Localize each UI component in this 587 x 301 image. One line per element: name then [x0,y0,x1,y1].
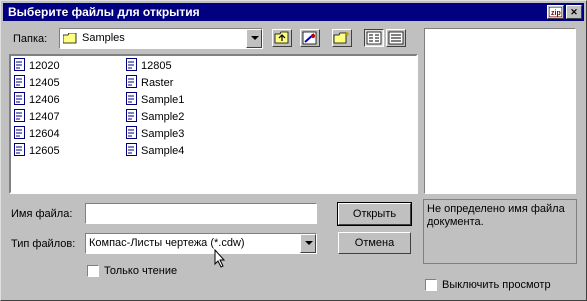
file-item[interactable]: 12604 [14,126,60,142]
desktop-icon[interactable] [300,29,320,47]
cancel-button[interactable]: Отмена [338,232,411,254]
new-folder-icon[interactable] [332,29,352,47]
folder-value: Samples [82,32,125,44]
up-folder-icon[interactable] [272,29,292,47]
file-item[interactable]: Sample2 [126,109,184,125]
readonly-label: Только чтение [104,265,178,277]
drawing-file-icon [14,75,25,88]
file-item[interactable]: 12405 [14,75,60,91]
file-item[interactable]: 12805 [126,58,172,74]
folder-combo[interactable]: Samples [59,28,263,49]
svg-text:zip: zip [551,10,561,17]
drawing-file-icon [14,58,25,71]
drawing-file-icon [126,126,137,139]
folder-icon [63,33,77,44]
drawing-file-icon [126,75,137,88]
drawing-file-icon [126,92,137,105]
title-bar[interactable]: Выберите файлы для открытия zip ✕ [3,3,584,21]
drawing-file-icon [14,126,25,139]
file-item[interactable]: Sample3 [126,126,184,142]
drawing-file-icon [126,58,137,71]
file-item[interactable]: 12605 [14,143,60,159]
preview-pane [424,28,576,194]
filetype-select[interactable]: Компас-Листы чертежа (*.cdw) [85,233,317,254]
folder-dropdown-arrow[interactable] [246,29,262,48]
mouse-cursor-icon [214,249,226,268]
list-view-icon[interactable] [364,29,384,47]
disable-preview-label: Выключить просмотр [442,279,551,291]
filetype-value: Компас-Листы чертежа (*.cdw) [89,237,245,249]
file-item[interactable]: 12407 [14,109,60,125]
file-list-content: 12020 12405 12406 12407 12604 12605 1280… [11,56,416,192]
filename-label: Имя файла: [11,208,73,220]
file-item[interactable]: Raster [126,75,173,91]
drawing-file-icon [126,143,137,156]
open-file-dialog: Выберите файлы для открытия zip ✕ Папка:… [0,0,587,301]
file-item[interactable]: 12406 [14,92,60,108]
folder-label: Папка: [13,33,48,45]
filetype-label: Тип файлов: [11,238,76,250]
filename-input[interactable] [85,203,317,224]
drawing-file-icon [14,143,25,156]
preview-info-box: Не определено имя файла документа. [423,199,577,264]
help-icon[interactable]: zip [547,5,564,19]
file-item[interactable]: Sample4 [126,143,184,159]
close-icon[interactable]: ✕ [566,5,582,19]
readonly-checkbox[interactable] [87,265,99,277]
file-item[interactable]: 12020 [14,58,60,74]
preview-message: Не определено имя файла документа. [427,203,565,228]
disable-preview-checkbox[interactable] [425,279,437,291]
details-view-icon[interactable] [386,29,406,47]
drawing-file-icon [14,109,25,122]
filetype-dropdown-arrow[interactable] [300,234,316,253]
window-title: Выберите файлы для открытия [8,5,200,19]
drawing-file-icon [126,109,137,122]
open-button[interactable]: Открыть [337,202,412,226]
file-item[interactable]: Sample1 [126,92,184,108]
drawing-file-icon [14,92,25,105]
